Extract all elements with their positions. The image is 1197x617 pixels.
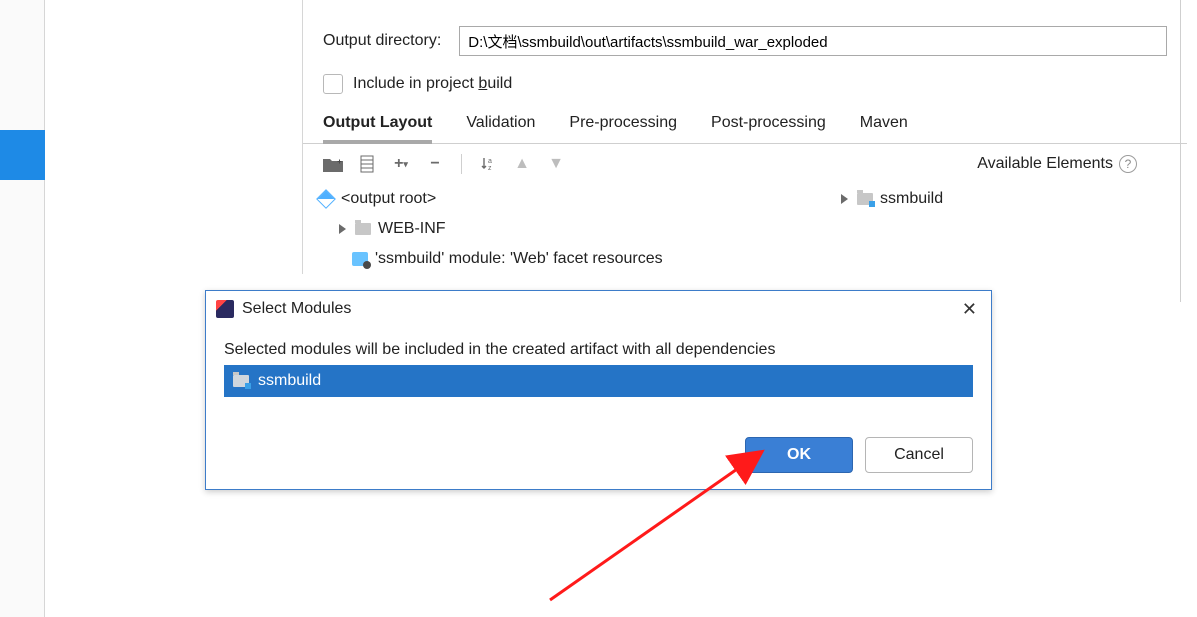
tree-root[interactable]: <output root> xyxy=(317,184,835,214)
diamond-icon xyxy=(317,190,335,208)
toolbar-separator xyxy=(461,154,462,174)
svg-text:z: z xyxy=(488,165,492,172)
tab-validation[interactable]: Validation xyxy=(466,112,535,144)
tab-post-processing[interactable]: Post-processing xyxy=(711,112,826,144)
left-gutter-marker xyxy=(0,130,45,180)
dialog-body: Selected modules will be included in the… xyxy=(206,327,991,397)
available-elements-label: Available Elements xyxy=(977,155,1113,173)
output-directory-input[interactable] xyxy=(459,26,1167,56)
tree-webinf-label: WEB-INF xyxy=(378,220,446,238)
toolbar-left: +▾ − az ▲ ▼ xyxy=(307,152,568,176)
toolbar: +▾ − az ▲ ▼ Available Elements ? xyxy=(303,144,1187,184)
module-folder-icon xyxy=(232,372,250,390)
available-tree[interactable]: ssmbuild xyxy=(835,184,943,274)
jar-icon[interactable] xyxy=(355,152,379,176)
remove-icon[interactable]: − xyxy=(423,152,447,176)
dialog-title: Select Modules xyxy=(242,300,351,318)
dialog-titlebar[interactable]: Select Modules ✕ xyxy=(206,291,991,327)
trees: <output root> WEB-INF 'ssmbuild' module:… xyxy=(303,184,1187,274)
available-item[interactable]: ssmbuild xyxy=(841,184,943,214)
module-folder-icon xyxy=(856,190,874,208)
module-name: ssmbuild xyxy=(258,372,321,390)
ok-button[interactable]: OK xyxy=(745,437,853,473)
available-elements-header: Available Elements ? xyxy=(977,155,1183,173)
expand-icon[interactable] xyxy=(841,194,848,204)
tree-facet-label: 'ssmbuild' module: 'Web' facet resources xyxy=(375,250,663,268)
svg-text:a: a xyxy=(488,158,492,165)
include-build-label: Include in project build xyxy=(353,75,512,93)
dialog-buttons: OK Cancel xyxy=(745,437,973,473)
sort-icon[interactable]: az xyxy=(476,152,500,176)
move-down-icon[interactable]: ▼ xyxy=(544,152,568,176)
folder-icon xyxy=(354,220,372,238)
tab-pre-processing[interactable]: Pre-processing xyxy=(569,112,677,144)
tree-webinf[interactable]: WEB-INF xyxy=(317,214,835,244)
close-icon[interactable]: ✕ xyxy=(958,299,981,320)
available-item-label: ssmbuild xyxy=(880,190,943,208)
dialog-description: Selected modules will be included in the… xyxy=(224,341,973,359)
move-up-icon[interactable]: ▲ xyxy=(510,152,534,176)
main-panel: Output directory: Include in project bui… xyxy=(302,0,1187,274)
new-folder-icon[interactable] xyxy=(321,152,345,176)
output-directory-label: Output directory: xyxy=(323,32,441,50)
add-icon[interactable]: +▾ xyxy=(389,152,413,176)
include-build-checkbox[interactable] xyxy=(323,74,343,94)
select-modules-dialog: Select Modules ✕ Selected modules will b… xyxy=(205,290,992,490)
tab-output-layout[interactable]: Output Layout xyxy=(323,112,432,144)
expand-icon[interactable] xyxy=(339,224,346,234)
output-directory-row: Output directory: xyxy=(303,22,1187,74)
tree-facet[interactable]: 'ssmbuild' module: 'Web' facet resources xyxy=(317,244,835,274)
module-list-item[interactable]: ssmbuild xyxy=(224,365,973,397)
intellij-icon xyxy=(216,300,234,318)
help-icon[interactable]: ? xyxy=(1119,155,1137,173)
tree-root-label: <output root> xyxy=(341,190,436,208)
cancel-button[interactable]: Cancel xyxy=(865,437,973,473)
left-gutter xyxy=(0,0,45,617)
output-tree[interactable]: <output root> WEB-INF 'ssmbuild' module:… xyxy=(303,184,835,274)
tabs: Output Layout Validation Pre-processing … xyxy=(303,112,1187,144)
include-build-row[interactable]: Include in project build xyxy=(303,74,1187,112)
web-facet-icon xyxy=(351,250,369,268)
tab-maven[interactable]: Maven xyxy=(860,112,908,144)
